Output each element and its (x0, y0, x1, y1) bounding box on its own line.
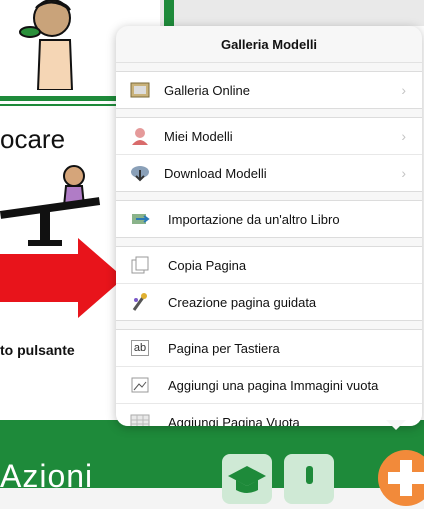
image-page-icon (130, 375, 150, 395)
person-eating-icon (19, 0, 74, 90)
gallery-icon (130, 80, 150, 100)
menu-item-miei-modelli[interactable]: Miei Modelli › (116, 118, 422, 155)
galleria-modelli-popover: Galleria Modelli Galleria Online › Miei … (116, 26, 422, 426)
menu-item-label: Download Modelli (164, 165, 267, 181)
graduation-button[interactable] (222, 454, 272, 504)
menu-item-label: Aggiungi Pagina Vuota (168, 414, 300, 427)
red-arrow-icon (0, 238, 124, 318)
menu-item-label: Copia Pagina (168, 257, 247, 273)
bottom-bar-title: Azioni (0, 458, 94, 494)
menu-item-label: Miei Modelli (164, 128, 233, 144)
user-icon (130, 126, 150, 146)
import-icon (130, 209, 150, 229)
chevron-right-icon: › (401, 82, 406, 98)
keyboard-page-icon: ab (130, 338, 150, 358)
info-icon (306, 466, 313, 484)
menu-item-pagina-per-tastiera[interactable]: ab Pagina per Tastiera (116, 330, 422, 367)
green-divider (164, 0, 174, 26)
menu-item-label: Aggiungi una pagina Immagini vuota (168, 377, 379, 393)
menu-item-aggiungi-pagina-immagini[interactable]: Aggiungi una pagina Immagini vuota (116, 367, 422, 404)
info-button[interactable] (284, 454, 334, 504)
menu-section: Galleria Online › (116, 71, 422, 109)
menu-item-label: Creazione pagina guidata (168, 294, 317, 310)
menu-section: Copia Pagina Creazione pagina guidata (116, 246, 422, 321)
menu-section: Miei Modelli › Download Modelli › (116, 117, 422, 192)
graduation-cap-icon (228, 466, 266, 493)
menu-item-galleria-online[interactable]: Galleria Online › (116, 72, 422, 108)
menu-item-importazione[interactable]: Importazione da un'altro Libro (116, 201, 422, 237)
menu-item-label: Importazione da un'altro Libro (168, 211, 340, 227)
menu-section: Importazione da un'altro Libro (116, 200, 422, 238)
menu-item-label: Galleria Online (164, 82, 250, 98)
cloud-download-icon (130, 163, 150, 183)
background-pulsante-text: to pulsante (0, 342, 75, 358)
add-button[interactable] (378, 450, 424, 506)
top-strip (160, 0, 424, 26)
background-word: ocare (0, 124, 66, 154)
seesaw-icon (0, 165, 101, 246)
chevron-right-icon: › (401, 128, 406, 144)
popover-title: Galleria Modelli (116, 26, 422, 63)
chevron-right-icon: › (401, 165, 406, 181)
menu-item-label: Pagina per Tastiera (168, 340, 280, 356)
green-divider (0, 104, 120, 106)
blank-page-icon (130, 412, 150, 426)
menu-item-creazione-pagina-guidata[interactable]: Creazione pagina guidata (116, 284, 422, 320)
menu-item-download-modelli[interactable]: Download Modelli › (116, 155, 422, 191)
copy-page-icon (130, 255, 150, 275)
wizard-icon (130, 292, 150, 312)
menu-item-copia-pagina[interactable]: Copia Pagina (116, 247, 422, 284)
menu-section: ab Pagina per Tastiera Aggiungi una pagi… (116, 329, 422, 426)
popover-pointer (386, 420, 406, 430)
menu-item-aggiungi-pagina-vuota[interactable]: Aggiungi Pagina Vuota (116, 404, 422, 426)
green-divider (0, 96, 120, 101)
